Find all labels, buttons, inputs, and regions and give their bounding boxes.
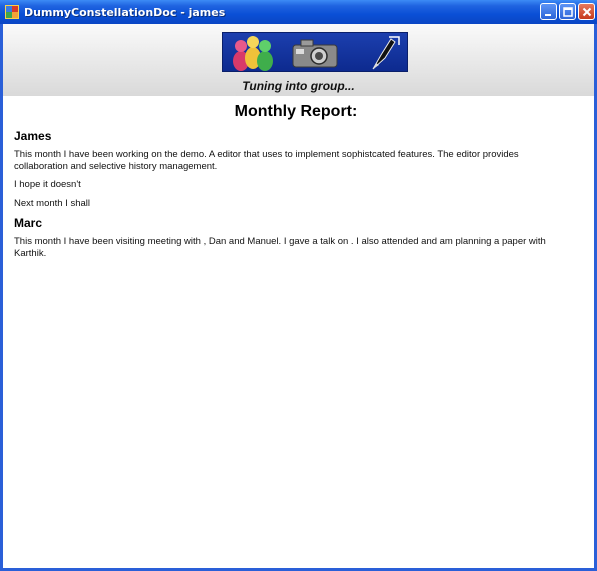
document-content: Monthly Report: James This month I have … — [14, 103, 584, 266]
paragraph[interactable]: This month I have been visiting meeting … — [14, 236, 569, 259]
maximize-icon — [562, 6, 573, 17]
section-heading: James — [14, 129, 52, 143]
paragraph[interactable]: Next month I shall — [14, 198, 569, 210]
minimize-button[interactable] — [540, 3, 557, 20]
paragraph[interactable]: I hope it doesn't — [14, 179, 569, 191]
camera-icon — [292, 39, 338, 68]
close-icon — [582, 7, 591, 16]
pen-icon — [372, 36, 400, 70]
app-icon — [5, 5, 19, 19]
group-people-icon — [233, 36, 273, 71]
close-button[interactable] — [578, 3, 595, 20]
report-section-marc: Marc This month I have been visiting mee… — [14, 216, 584, 259]
section-heading: Marc — [14, 216, 43, 230]
title-bar[interactable]: DummyConstellationDoc - james — [0, 0, 597, 24]
document-title: Monthly Report: — [234, 103, 358, 120]
banner-caption: Tuning into group... — [242, 79, 355, 93]
app-window: DummyConstellationDoc - james Tuning int… — [0, 0, 597, 571]
maximize-button[interactable] — [559, 3, 576, 20]
window-controls — [540, 3, 595, 20]
report-section-james: James This month I have been working on … — [14, 129, 584, 209]
group-banner: Tuning into group... — [3, 24, 594, 96]
paragraph[interactable]: This month I have been working on the de… — [14, 149, 569, 172]
banner-image — [222, 32, 408, 72]
minimize-icon — [544, 13, 551, 16]
window-title: DummyConstellationDoc - james — [24, 5, 226, 19]
